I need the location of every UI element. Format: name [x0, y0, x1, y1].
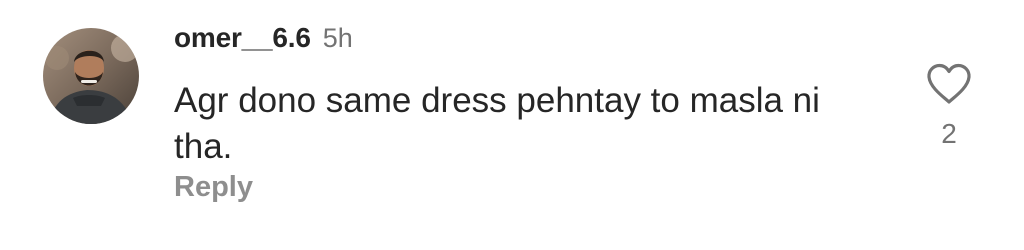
- username[interactable]: omer__6.6: [174, 22, 311, 54]
- like-count: 2: [941, 118, 957, 149]
- heart-outline-icon: [927, 63, 971, 104]
- like-button[interactable]: [925, 62, 973, 106]
- avatar[interactable]: [43, 28, 139, 124]
- timestamp: 5h: [322, 23, 353, 53]
- comment-text: Agr dono same dress pehntay to masla ni …: [174, 81, 820, 166]
- reply-button[interactable]: Reply: [174, 171, 253, 204]
- comment-meta: omer__6.6 5h: [174, 22, 353, 62]
- comment-item: omer__6.6 5h Agr dono same dress pehntay…: [0, 0, 1024, 250]
